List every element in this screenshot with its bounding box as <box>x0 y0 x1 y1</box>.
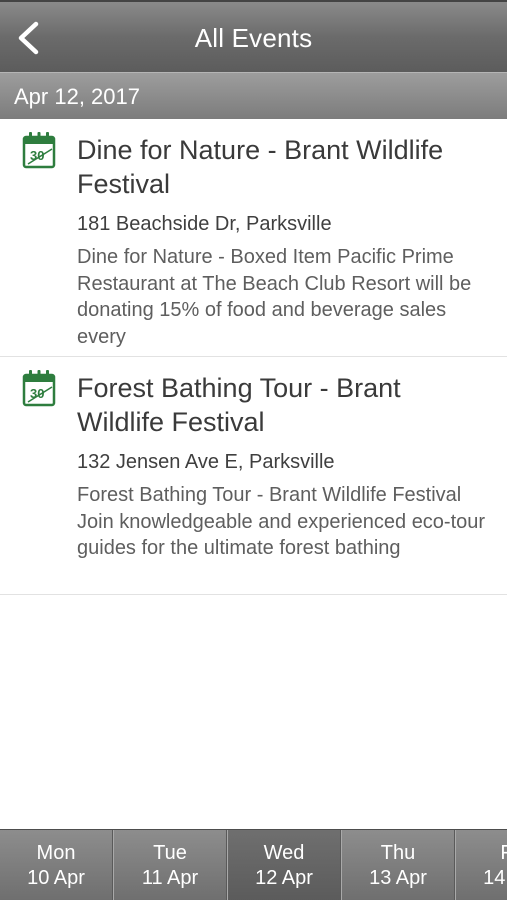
event-description: Forest Bathing Tour - Brant Wildlife Fes… <box>77 484 486 559</box>
day-tab-mon[interactable]: Mon 10 Apr <box>0 830 113 900</box>
day-tab-thu[interactable]: Thu 13 Apr <box>341 830 455 900</box>
day-tab-weekday: Mon <box>36 842 76 864</box>
day-selector-bar: Mon 10 Apr Tue 11 Apr Wed 12 Apr Thu 13 … <box>0 829 507 900</box>
event-address: 181 Beachside Dr, Parksville <box>77 213 332 235</box>
calendar-icon: 30 <box>22 132 56 169</box>
day-tab-date: 13 Apr <box>369 867 427 889</box>
day-tab-date: 12 Apr <box>255 867 313 889</box>
event-address: 132 Jensen Ave E, Parksville <box>77 451 335 473</box>
event-description: Dine for Nature - Boxed Item Pacific Pri… <box>77 246 472 348</box>
event-list: 30 Dine for Nature - Brant Wildlife Fest… <box>0 119 507 595</box>
event-list-item[interactable]: 30 Forest Bathing Tour - Brant Wildlife … <box>0 357 507 595</box>
day-tab-weekday: Wed <box>263 842 305 864</box>
day-tab-weekday: Fri <box>456 841 507 866</box>
day-tab-weekday: Thu <box>380 842 416 864</box>
calendar-icon: 30 <box>22 370 56 407</box>
date-section-header: Apr 12, 2017 <box>0 72 507 119</box>
event-list-item[interactable]: 30 Dine for Nature - Brant Wildlife Fest… <box>0 119 507 357</box>
day-tab-date: 10 Apr <box>27 867 85 889</box>
day-tab-fri[interactable]: Fri 14 Apr <box>455 830 507 900</box>
day-tab-date: 11 Apr <box>141 867 199 889</box>
day-tab-weekday: Tue <box>153 842 187 864</box>
navigation-bar: All Events <box>0 0 507 72</box>
day-tab-wed[interactable]: Wed 12 Apr <box>227 830 341 900</box>
page-title: All Events <box>194 22 313 53</box>
day-tab-date: 14 Apr <box>483 867 507 889</box>
day-tab-tue[interactable]: Tue 11 Apr <box>113 830 227 900</box>
event-title: Forest Bathing Tour - Brant Wildlife Fes… <box>77 373 401 437</box>
event-title: Dine for Nature - Brant Wildlife Festiva… <box>77 135 444 199</box>
